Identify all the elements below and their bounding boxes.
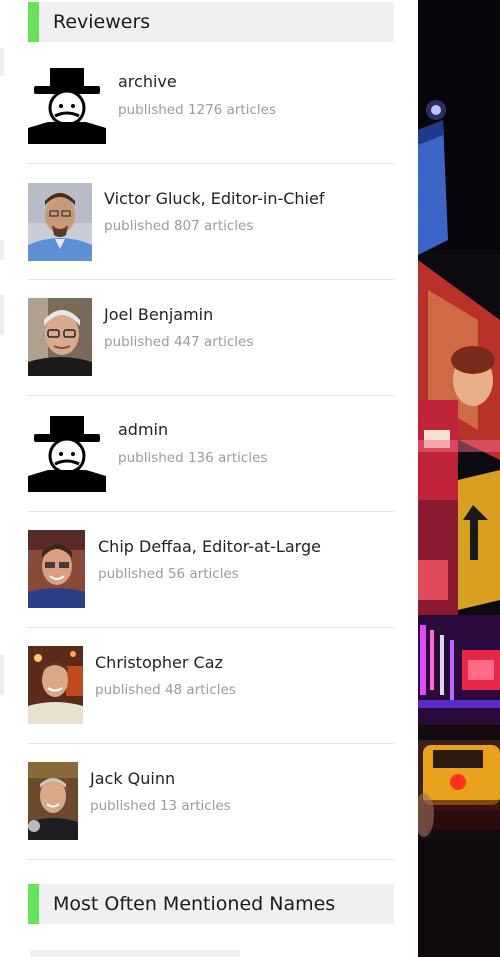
reviewer-name[interactable]: Chip Deffaa, Editor-at-Large — [98, 537, 321, 556]
reviewer-name[interactable]: Christopher Caz — [95, 653, 223, 672]
reviewer-name[interactable]: Joel Benjamin — [104, 305, 213, 324]
reviewer-article-count: published 136 articles — [118, 450, 268, 466]
names-widget-title: Most Often Mentioned Names — [28, 884, 394, 924]
reviewer-item-admin[interactable]: admin published 136 articles — [28, 396, 394, 512]
reviewer-article-count: published 807 articles — [104, 218, 254, 234]
left-edge-strip — [0, 655, 4, 695]
reviewer-article-count: published 13 articles — [90, 798, 231, 814]
default-hat-avatar[interactable] — [28, 414, 106, 492]
reviewer-name[interactable]: Jack Quinn — [90, 769, 175, 788]
photo-avatar[interactable] — [28, 298, 92, 376]
reviewer-article-count: published 48 articles — [95, 682, 236, 698]
sidebar-column: Reviewers archive published 1276 article… — [0, 0, 418, 957]
reviewer-name[interactable]: Victor Gluck, Editor-in-Chief — [104, 189, 324, 208]
reviewer-item-victor-gluck[interactable]: Victor Gluck, Editor-in-Chief published … — [28, 164, 394, 280]
left-edge-strip — [0, 240, 4, 260]
reviewer-item-chip-deffaa[interactable]: Chip Deffaa, Editor-at-Large published 5… — [28, 512, 394, 628]
reviewers-widget-title: Reviewers — [28, 2, 394, 42]
reviewer-item-christopher-caz[interactable]: Christopher Caz published 48 articles — [28, 628, 394, 744]
photo-avatar[interactable] — [28, 762, 78, 840]
reviewer-item-archive[interactable]: archive published 1276 articles — [28, 48, 394, 164]
left-edge-strip — [0, 295, 4, 335]
names-title-text: Most Often Mentioned Names — [53, 893, 336, 915]
names-list-start — [30, 950, 240, 957]
reviewers-title-text: Reviewers — [53, 11, 151, 33]
photo-avatar[interactable] — [28, 646, 83, 724]
reviewer-item-jack-quinn[interactable]: Jack Quinn published 13 articles — [28, 744, 394, 860]
reviewer-name[interactable]: archive — [118, 72, 177, 91]
reviewer-article-count: published 1276 articles — [118, 102, 276, 118]
reviewer-article-count: published 56 articles — [98, 566, 239, 582]
photo-avatar[interactable] — [28, 530, 85, 608]
left-edge-strip — [0, 48, 4, 76]
background-photo — [418, 0, 500, 957]
reviewer-article-count: published 447 articles — [104, 334, 254, 350]
reviewer-name[interactable]: admin — [118, 420, 168, 439]
default-hat-avatar[interactable] — [28, 66, 106, 144]
photo-avatar[interactable] — [28, 183, 92, 261]
reviewer-item-joel-benjamin[interactable]: Joel Benjamin published 447 articles — [28, 280, 394, 396]
